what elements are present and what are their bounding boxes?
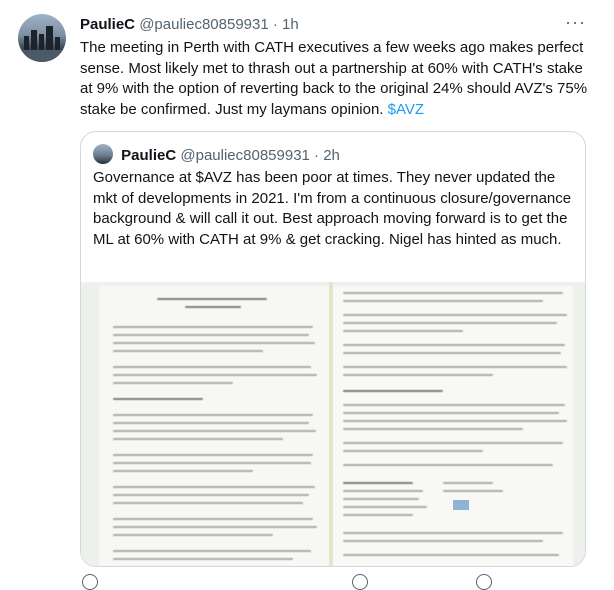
doc-line [113,438,283,440]
doc-line [113,518,313,520]
doc-line [113,366,311,368]
doc-line [343,490,423,492]
quote-author-handle: @pauliec80859931 [180,147,310,164]
doc-line [343,506,427,508]
doc-line [343,322,557,324]
doc-line [113,462,311,464]
doc-line [113,398,203,400]
avatar-water [18,50,66,62]
doc-line [343,292,563,294]
doc-line [113,486,315,488]
doc-line [157,298,267,300]
quote-text: Governance at $AVZ has been poor at time… [93,169,572,248]
doc-line [113,502,303,504]
doc-line [113,422,309,424]
doc-line [113,342,315,344]
doc-line [343,498,419,500]
author-name[interactable]: PaulieC [80,16,135,33]
doc-line [343,330,463,332]
tweet-text: The meeting in Perth with CATH executive… [80,38,592,120]
doc-line [343,300,543,302]
avatar-building [24,36,29,50]
quote-separator: · [314,147,320,164]
doc-line [343,482,413,484]
doc-line [113,374,317,376]
document-stamp [453,500,469,510]
quote-image[interactable] [81,282,585,566]
quote-header: PaulieC @pauliec80859931 · 2h [93,144,340,164]
doc-line [343,412,559,414]
reply-icon[interactable] [82,574,98,590]
doc-line [113,526,317,528]
cashtag-link[interactable]: $AVZ [388,101,424,118]
tweet-time[interactable]: 1h [282,16,299,33]
doc-line [113,382,233,384]
tweet-text-body: The meeting in Perth with CATH executive… [80,39,588,118]
quote-author-name: PaulieC [121,147,177,164]
tweet-header: PaulieC @pauliec80859931 · 1h ··· [80,12,594,36]
doc-line [113,470,253,472]
avatar-building [55,37,60,50]
document-page-left [99,286,331,566]
doc-line [343,540,543,542]
doc-line [343,314,567,316]
doc-line [443,482,493,484]
doc-line [343,450,483,452]
quote-time: 2h [323,147,340,164]
doc-line [113,414,313,416]
doc-line [343,428,523,430]
doc-line [343,344,565,346]
doc-line [343,366,567,368]
separator: · [272,16,278,33]
doc-line [343,514,413,516]
quoted-tweet[interactable]: PaulieC @pauliec80859931 · 2h Governance… [80,131,586,567]
share-icon[interactable] [476,574,492,590]
doc-line [343,532,563,534]
doc-line [185,306,241,308]
doc-line [113,454,313,456]
like-icon[interactable] [352,574,368,590]
doc-line [343,554,559,556]
author-avatar[interactable] [18,14,66,62]
doc-line [343,390,443,392]
doc-line [343,464,553,466]
author-handle[interactable]: @pauliec80859931 [139,16,269,33]
doc-line [113,350,263,352]
doc-line [343,420,567,422]
doc-line [113,558,293,560]
avatar-building [39,34,44,50]
doc-line [113,326,313,328]
doc-line [113,334,309,336]
tweet-actions [80,574,584,590]
quote-author-avatar [93,144,113,164]
tweet[interactable]: PaulieC @pauliec80859931 · 1h ··· The me… [0,0,614,590]
doc-line [113,534,273,536]
avatar-building [31,30,37,50]
doc-line [113,550,311,552]
more-options-icon[interactable]: ··· [565,12,586,33]
doc-line [343,442,563,444]
doc-line [343,352,561,354]
document-page-right [333,286,573,566]
doc-line [343,374,493,376]
doc-line [113,494,309,496]
doc-line [343,404,565,406]
doc-line [443,490,503,492]
avatar-building [46,26,53,50]
doc-line [113,430,316,432]
